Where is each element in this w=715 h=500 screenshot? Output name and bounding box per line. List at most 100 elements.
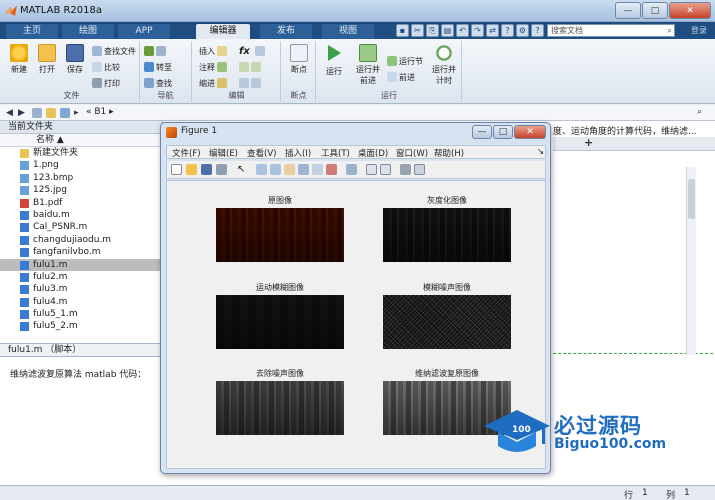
save-quick-icon[interactable]: ▪ xyxy=(396,24,409,37)
zoom-in-icon[interactable] xyxy=(256,164,267,175)
figure-maximize-button[interactable]: □ xyxy=(493,125,513,139)
maximize-button[interactable]: □ xyxy=(642,2,668,19)
indent-button[interactable]: 缩进 xyxy=(199,77,227,89)
copy-quick-icon[interactable]: ⎘ xyxy=(426,24,439,37)
open-button[interactable]: 打开 xyxy=(34,44,60,75)
help-quick-icon[interactable]: ? xyxy=(501,24,514,37)
file-row[interactable]: Cal_PSNR.m xyxy=(0,221,162,233)
switch-window-quick-icon[interactable]: ⇄ xyxy=(486,24,499,37)
menu-insert[interactable]: 插入(I) xyxy=(285,147,311,159)
file-row[interactable]: fulu1.m xyxy=(0,258,162,271)
figure-title-bar[interactable]: Figure 1 — □ ✕ xyxy=(161,123,550,143)
browse-folder-icon[interactable] xyxy=(46,108,56,118)
root-folder-icon[interactable] xyxy=(60,108,70,118)
comment-tools[interactable] xyxy=(239,61,261,73)
paste-quick-icon[interactable]: ▤ xyxy=(441,24,454,37)
figure-close-button[interactable]: ✕ xyxy=(514,125,546,139)
undo-quick-icon[interactable]: ↶ xyxy=(456,24,469,37)
login-link[interactable]: 登录 xyxy=(691,25,707,36)
up-folder-icon[interactable] xyxy=(32,108,42,118)
file-row[interactable]: fulu2.m xyxy=(0,271,162,283)
pointer-icon[interactable]: ↖ xyxy=(237,164,248,175)
tab-apps[interactable]: APP xyxy=(118,24,170,39)
hide-plot-tools-icon[interactable] xyxy=(400,164,411,175)
minimize-button[interactable]: — xyxy=(615,2,641,19)
file-row[interactable]: fulu3.m xyxy=(0,283,162,295)
search-docs-input[interactable]: 搜索文档 ⌕ xyxy=(547,24,675,37)
settings-quick-icon[interactable]: ⚙ xyxy=(516,24,529,37)
figure-minimize-button[interactable]: — xyxy=(472,125,492,139)
file-row[interactable]: 125.jpg xyxy=(0,184,162,196)
zoom-out-icon[interactable] xyxy=(270,164,281,175)
insert-button[interactable]: 插入 xyxy=(199,45,227,57)
file-row[interactable]: B1.pdf xyxy=(0,197,162,209)
save-button[interactable]: 保存 xyxy=(62,44,88,75)
save-figure-icon[interactable] xyxy=(201,164,212,175)
file-row[interactable]: 123.bmp xyxy=(0,172,162,184)
goto-button[interactable]: 转至 xyxy=(144,61,172,73)
data-cursor-icon[interactable] xyxy=(312,164,323,175)
menu-file[interactable]: 文件(F) xyxy=(172,147,201,159)
print-button[interactable]: 打印 xyxy=(92,77,120,89)
back-icon[interactable]: ◀ xyxy=(6,108,16,118)
file-row[interactable]: changdujiaodu.m xyxy=(0,234,162,246)
legend-icon[interactable] xyxy=(380,164,391,175)
brush-icon[interactable] xyxy=(326,164,337,175)
nav-arrows[interactable] xyxy=(144,45,166,57)
link-plot-icon[interactable] xyxy=(346,164,357,175)
editor-scroll-thumb[interactable] xyxy=(688,179,695,219)
advance-button[interactable]: 前进 xyxy=(387,71,415,83)
tab-editor[interactable]: 编辑器 xyxy=(196,24,250,39)
tab-view[interactable]: 视图 xyxy=(322,24,374,39)
file-row[interactable]: fulu5_1.m xyxy=(0,308,162,320)
run-time-button[interactable]: 运行并 计时 xyxy=(429,44,459,86)
details-panel[interactable]: fulu1.m （脚本） xyxy=(0,343,163,357)
name-column-header[interactable]: 名称 ▲ xyxy=(0,134,162,147)
search-icon[interactable]: ⌕ xyxy=(668,25,672,36)
breadcrumb[interactable]: « B1 ▸ xyxy=(86,107,114,117)
compare-button[interactable]: 比较 xyxy=(92,61,120,73)
find-files-button[interactable]: 查找文件 xyxy=(92,45,136,57)
open-file-icon[interactable] xyxy=(186,164,197,175)
run-button[interactable]: 运行 xyxy=(321,44,347,77)
tab-publish[interactable]: 发布 xyxy=(260,24,312,39)
run-advance-button[interactable]: 运行并 前进 xyxy=(353,44,383,86)
menu-help[interactable]: 帮助(H) xyxy=(434,147,464,159)
comment-button[interactable]: 注释 xyxy=(199,61,227,73)
colorbar-icon[interactable] xyxy=(366,164,377,175)
menu-window[interactable]: 窗口(W) xyxy=(396,147,428,159)
find-button[interactable]: 查找 xyxy=(144,77,172,89)
show-plot-tools-icon[interactable] xyxy=(414,164,425,175)
add-tab-icon[interactable]: + xyxy=(584,137,596,149)
menu-view[interactable]: 查看(V) xyxy=(247,147,276,159)
menu-dock-icon[interactable]: ↘ xyxy=(537,147,544,157)
help-circle-icon[interactable]: ? xyxy=(531,24,544,37)
file-row[interactable]: fulu5_2.m xyxy=(0,320,162,332)
menu-desktop[interactable]: 桌面(D) xyxy=(358,147,388,159)
tab-home[interactable]: 主页 xyxy=(6,24,58,39)
close-button[interactable]: ✕ xyxy=(669,2,711,19)
new-button[interactable]: 新建 xyxy=(6,44,32,75)
redo-quick-icon[interactable]: ↷ xyxy=(471,24,484,37)
file-row[interactable]: fangfanilvbo.m xyxy=(0,246,162,258)
insert-section-button[interactable] xyxy=(255,45,265,57)
search-path-icon[interactable]: ⌕ xyxy=(697,107,707,117)
run-section-button[interactable]: 运行节 xyxy=(387,55,423,67)
menu-edit[interactable]: 编辑(E) xyxy=(209,147,238,159)
rotate-3d-icon[interactable] xyxy=(298,164,309,175)
fx-button[interactable]: fx xyxy=(239,45,250,57)
menu-tools[interactable]: 工具(T) xyxy=(321,147,350,159)
breakpoints-button[interactable]: 断点 xyxy=(286,44,312,75)
new-figure-icon[interactable] xyxy=(171,164,182,175)
cut-quick-icon[interactable]: ✂ xyxy=(411,24,424,37)
forward-icon[interactable]: ▶ xyxy=(18,108,28,118)
tab-plots[interactable]: 绘图 xyxy=(62,24,114,39)
file-row[interactable]: 1.png xyxy=(0,159,162,171)
editor-scrollbar[interactable] xyxy=(686,167,696,355)
print-figure-icon[interactable] xyxy=(216,164,227,175)
file-row[interactable]: 新建文件夹 xyxy=(0,147,162,159)
file-row[interactable]: fulu4.m xyxy=(0,296,162,308)
file-row[interactable]: baidu.m xyxy=(0,209,162,221)
pan-hand-icon[interactable] xyxy=(284,164,295,175)
indent-tools[interactable] xyxy=(239,77,261,89)
